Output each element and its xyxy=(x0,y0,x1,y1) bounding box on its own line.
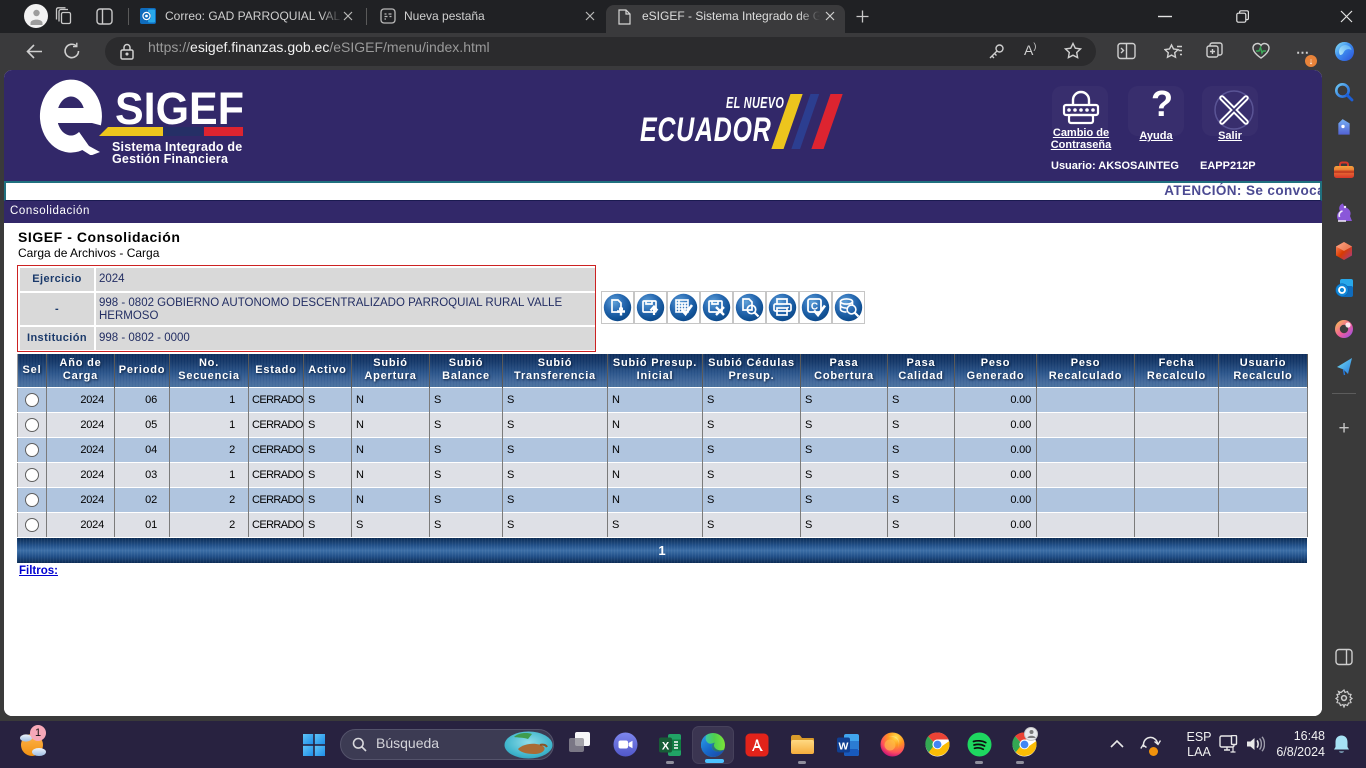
svg-text:W: W xyxy=(839,741,849,753)
svg-text:X: X xyxy=(662,741,670,753)
